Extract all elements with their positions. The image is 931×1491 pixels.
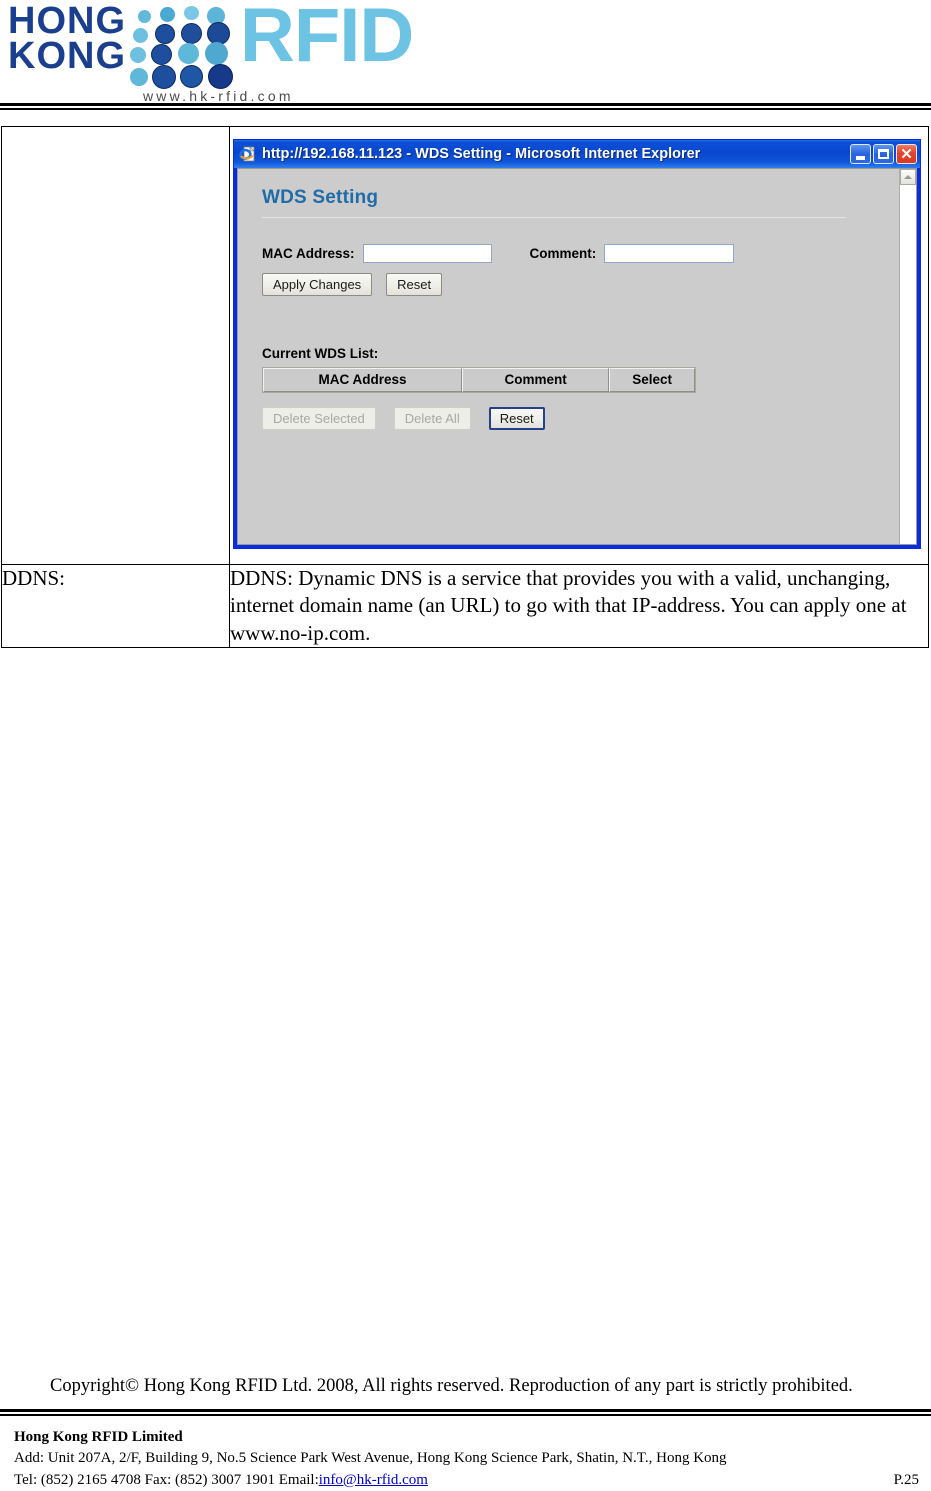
page-title: WDS Setting bbox=[262, 187, 379, 208]
footer-divider bbox=[0, 1409, 931, 1416]
footer-contact-row: Tel: (852) 2165 4708 Fax: (852) 3007 190… bbox=[14, 1470, 919, 1491]
company-logo: HONG KONG RFID bbox=[8, 0, 414, 89]
column-header-select: Select bbox=[609, 368, 695, 392]
page-header: HONG KONG RFID www.hk-rfid.com bbox=[0, 0, 931, 110]
reset-list-button[interactable]: Reset bbox=[488, 407, 545, 430]
browser-titlebar[interactable]: http://192.168.11.123 - WDS Setting - Mi… bbox=[234, 140, 920, 168]
row-label-empty bbox=[1, 126, 230, 565]
copyright-notice: Copyright© Hong Kong RFID Ltd. 2008, All… bbox=[50, 1376, 853, 1396]
ddns-description: DDNS: Dynamic DNS is a service that prov… bbox=[229, 564, 929, 648]
wds-list-table: MAC Address Comment Select bbox=[262, 367, 696, 393]
browser-window: http://192.168.11.123 - WDS Setting - Mi… bbox=[233, 139, 921, 549]
mac-address-input[interactable] bbox=[362, 244, 492, 263]
internet-explorer-icon bbox=[239, 145, 256, 163]
comment-label: Comment: bbox=[529, 246, 597, 261]
mac-address-label: MAC Address: bbox=[262, 246, 355, 261]
table-row: DDNS: DDNS: Dynamic DNS is a service tha… bbox=[1, 564, 929, 648]
vertical-scrollbar[interactable] bbox=[899, 169, 916, 544]
table-row: http://192.168.11.123 - WDS Setting - Mi… bbox=[1, 126, 929, 565]
browser-viewport: WDS Setting MAC Address: Comment: Apply … bbox=[237, 168, 917, 545]
list-actions: Delete Selected Delete All Reset bbox=[262, 407, 899, 430]
minimize-button[interactable] bbox=[850, 144, 871, 164]
dot-matrix-icon bbox=[130, 6, 238, 89]
footer-address: Add: Unit 207A, 2/F, Building 9, No.5 Sc… bbox=[14, 1450, 727, 1467]
table-header-row: MAC Address Comment Select bbox=[263, 368, 695, 392]
reset-button[interactable]: Reset bbox=[386, 273, 443, 296]
window-controls: ✕ bbox=[850, 144, 917, 164]
row-label-ddns: DDNS: bbox=[1, 564, 230, 648]
logo-website-url: www.hk-rfid.com bbox=[143, 88, 294, 104]
delete-all-button[interactable]: Delete All bbox=[393, 407, 471, 430]
column-header-mac-address: MAC Address bbox=[263, 368, 462, 392]
maximize-button[interactable] bbox=[873, 144, 894, 164]
screenshot-cell: http://192.168.11.123 - WDS Setting - Mi… bbox=[229, 126, 929, 565]
header-divider bbox=[0, 103, 931, 110]
delete-selected-button[interactable]: Delete Selected bbox=[262, 407, 376, 430]
apply-changes-button[interactable]: Apply Changes bbox=[262, 273, 373, 296]
column-header-comment: Comment bbox=[461, 368, 610, 392]
scroll-up-icon[interactable] bbox=[900, 169, 916, 185]
logo-line-kong: KONG bbox=[8, 35, 126, 78]
footer-company-name: Hong Kong RFID Limited bbox=[14, 1429, 183, 1445]
wds-entry-form: MAC Address: Comment: bbox=[262, 244, 899, 263]
footer-contact-text: Tel: (852) 2165 4708 Fax: (852) 3007 190… bbox=[14, 1471, 319, 1488]
title-divider bbox=[262, 217, 846, 218]
page-number: P.25 bbox=[893, 1471, 919, 1488]
browser-title-text: http://192.168.11.123 - WDS Setting - Mi… bbox=[262, 146, 701, 162]
logo-line-hong: HONG bbox=[8, 0, 126, 42]
logo-wordmark: HONG KONG bbox=[8, 0, 126, 78]
current-wds-list-label: Current WDS List: bbox=[262, 346, 379, 361]
content-table: http://192.168.11.123 - WDS Setting - Mi… bbox=[1, 126, 929, 648]
footer-email-link[interactable]: info@hk-rfid.com bbox=[319, 1470, 428, 1491]
logo-brand-text: RFID bbox=[240, 0, 414, 78]
close-button[interactable]: ✕ bbox=[896, 144, 917, 164]
comment-input[interactable] bbox=[604, 244, 735, 263]
wds-setting-page: WDS Setting MAC Address: Comment: Apply … bbox=[238, 169, 899, 544]
page-footer: Hong Kong RFID Limited Add: Unit 207A, 2… bbox=[14, 1427, 919, 1491]
form-actions: Apply Changes Reset bbox=[262, 273, 899, 296]
